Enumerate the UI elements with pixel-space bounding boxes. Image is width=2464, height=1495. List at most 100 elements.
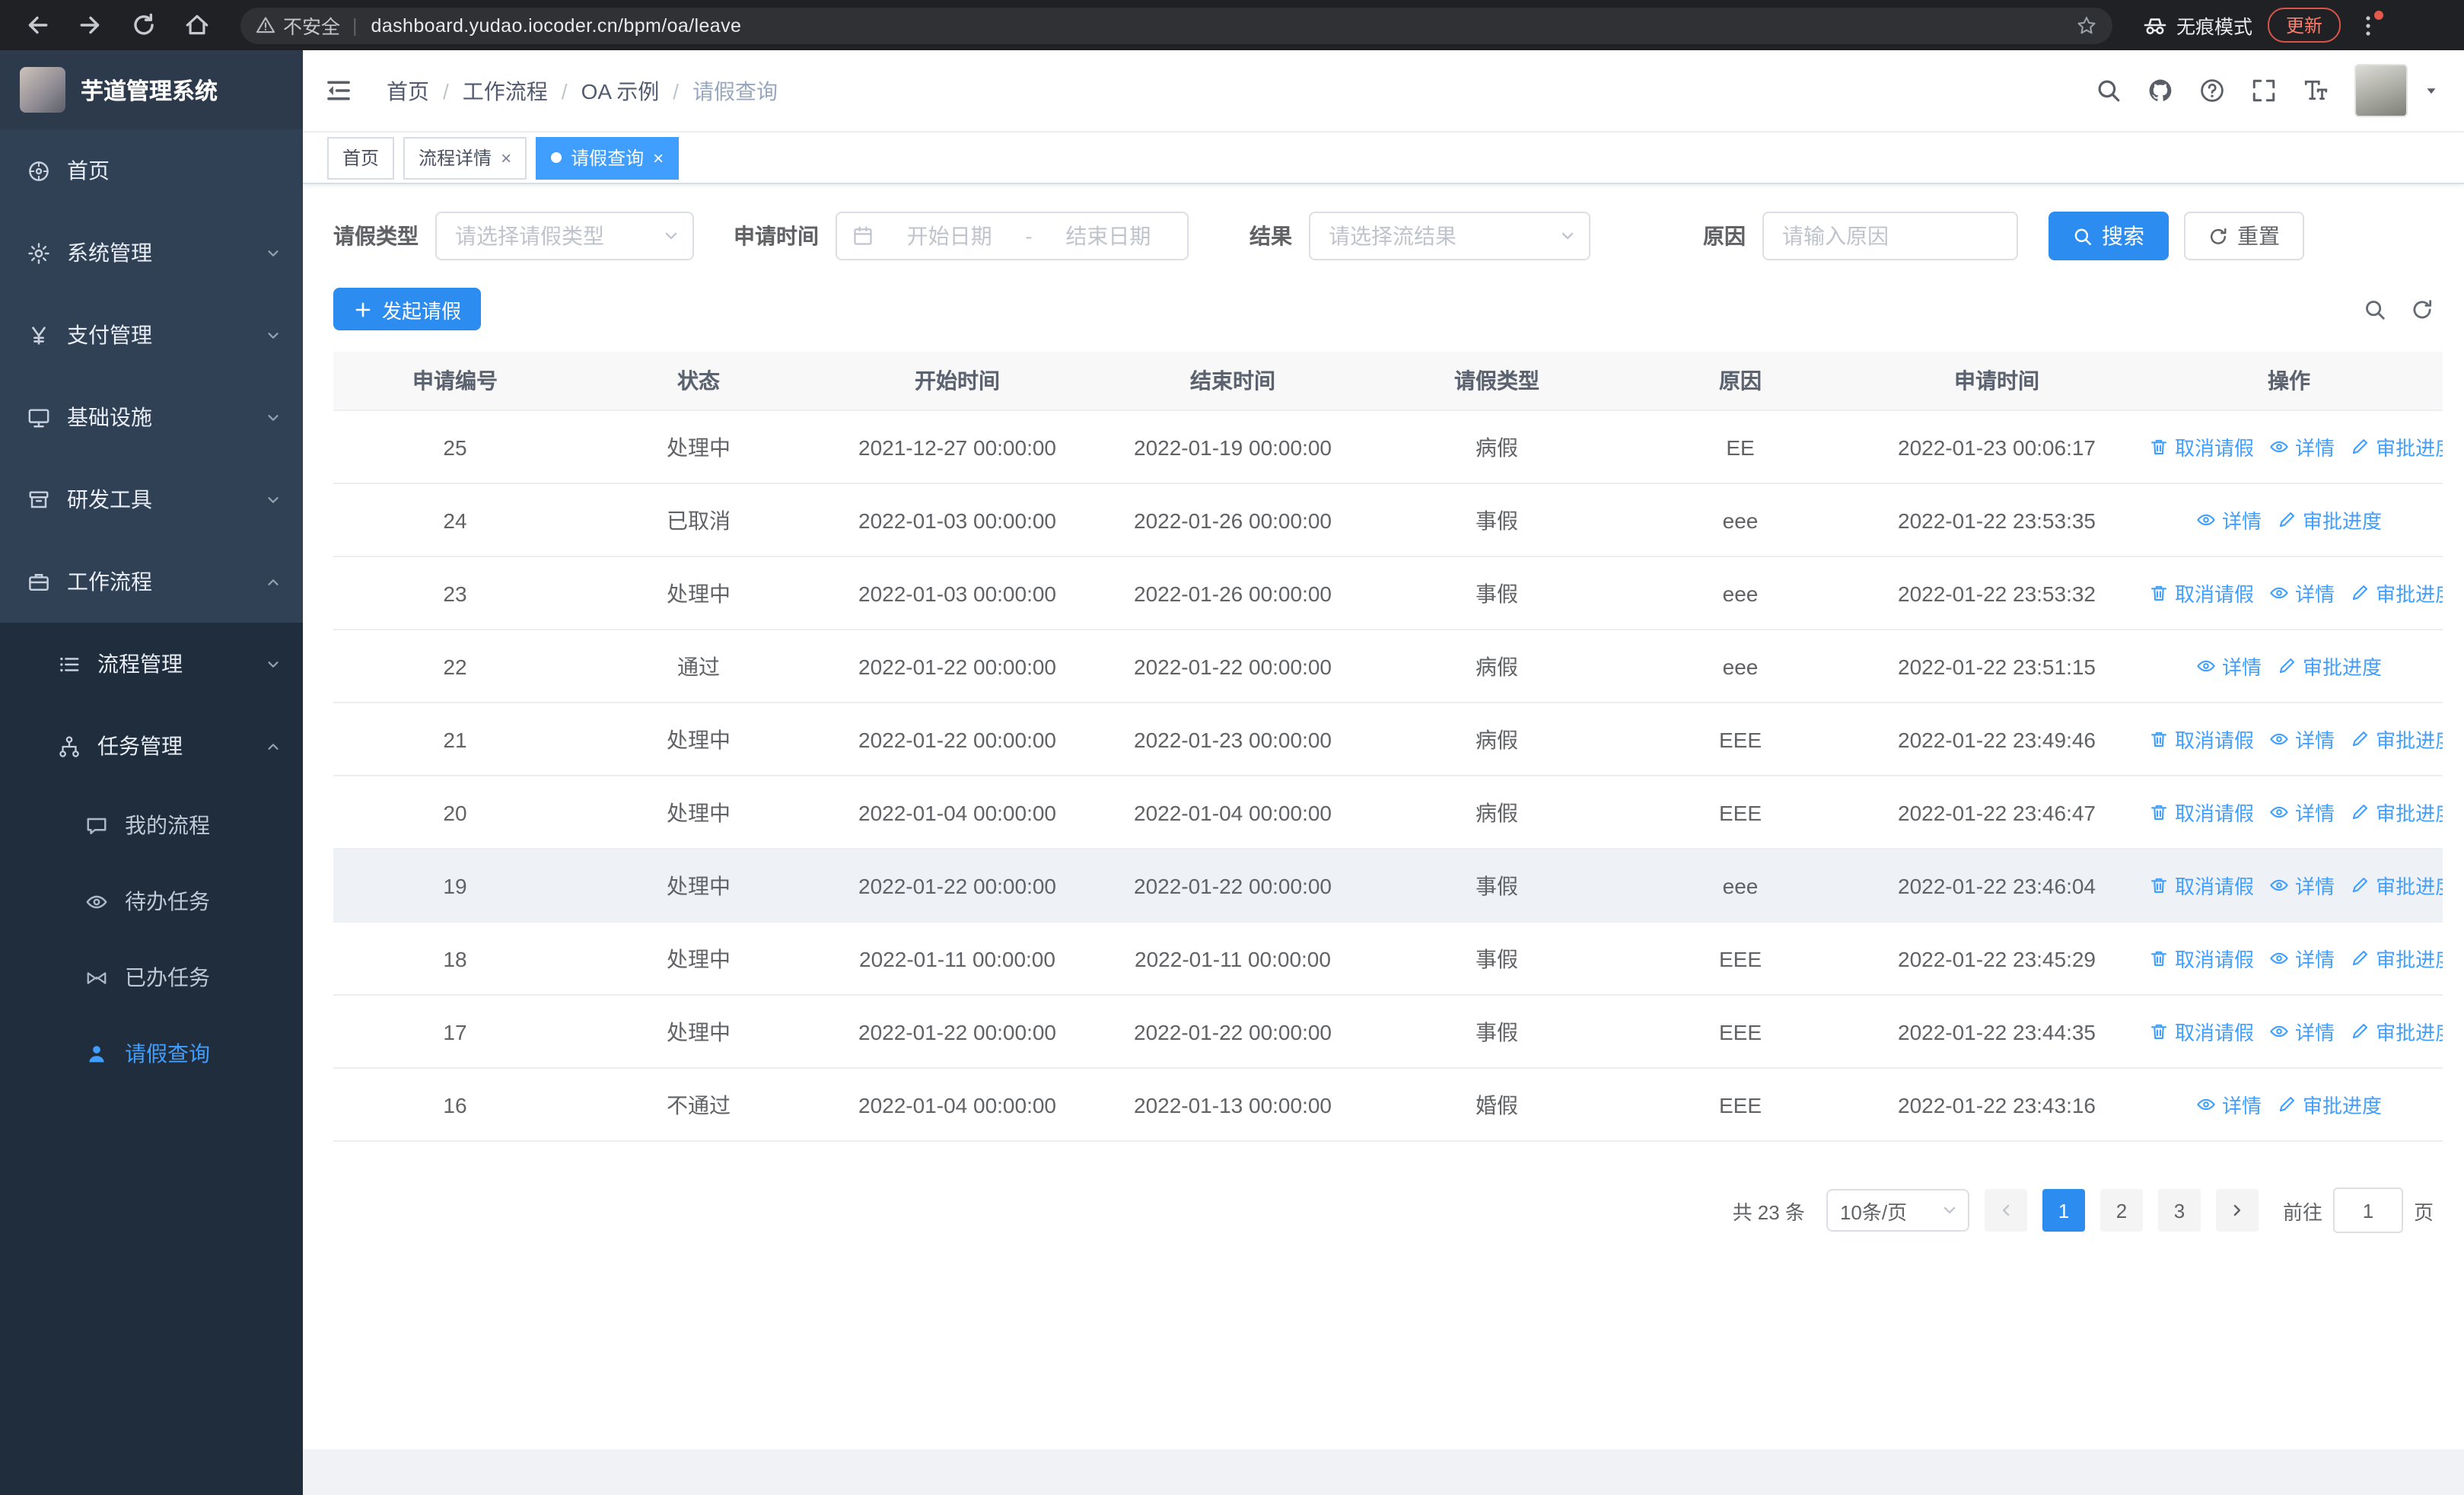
tab-leave-query[interactable]: 请假查询 × [536, 136, 680, 179]
create-leave-button[interactable]: 发起请假 [333, 288, 482, 330]
op-progress-link[interactable]: 审批进度 [2277, 505, 2382, 534]
toggle-search-icon[interactable] [2364, 298, 2386, 320]
help-icon[interactable] [2199, 78, 2225, 104]
refresh-table-icon[interactable] [2411, 298, 2434, 320]
sidebar-item-leave-query[interactable]: 请假查询 [0, 1015, 303, 1092]
sidebar: 芋道管理系统 首页 系统管理 支付管理 基础设施 研发工具 工作流程 流程管理 … [0, 50, 303, 1495]
next-page-button[interactable] [2215, 1189, 2259, 1232]
sidebar-item-done-tasks[interactable]: 已办任务 [0, 939, 303, 1015]
close-icon[interactable]: × [501, 148, 511, 167]
op-detail-link[interactable]: 详情 [2269, 725, 2335, 754]
op-cancel-link[interactable]: 取消请假 [2149, 871, 2254, 900]
op-detail-link[interactable]: 详情 [2269, 579, 2335, 607]
fullscreen-icon[interactable] [2251, 78, 2277, 104]
leave-type-select[interactable]: 请选择请假类型 [435, 212, 694, 260]
github-icon[interactable] [2147, 78, 2173, 104]
reason-input[interactable] [1764, 224, 2017, 248]
result-select[interactable]: 请选择流结果 [1309, 212, 1590, 260]
search-icon[interactable] [2096, 78, 2122, 104]
sidebar-item-my-process[interactable]: 我的流程 [0, 787, 303, 863]
op-progress-link[interactable]: 审批进度 [2350, 725, 2443, 754]
edit-icon [2277, 656, 2297, 676]
sidebar-item-workflow[interactable]: 工作流程 [0, 540, 303, 623]
breadcrumb-item[interactable]: OA 示例 [581, 75, 660, 106]
sidebar-item-payment-mgmt[interactable]: 支付管理 [0, 294, 303, 376]
reload-icon[interactable] [131, 12, 157, 38]
sidebar-item-home[interactable]: 首页 [0, 129, 303, 212]
edit-icon [2277, 1095, 2297, 1114]
op-detail-link[interactable]: 详情 [2269, 871, 2335, 900]
chevron-down-icon [265, 409, 282, 426]
col-header-id: 申请编号 [333, 352, 577, 411]
op-progress-link[interactable]: 审批进度 [2350, 579, 2443, 607]
sidebar-item-infrastructure[interactable]: 基础设施 [0, 376, 303, 458]
op-detail-link[interactable]: 详情 [2196, 652, 2262, 681]
op-progress-link[interactable]: 审批进度 [2350, 798, 2443, 827]
page-size-select[interactable]: 10条/页 [1826, 1189, 1969, 1232]
tab-process-detail[interactable]: 流程详情 × [403, 136, 527, 179]
op-cancel-link[interactable]: 取消请假 [2149, 725, 2254, 754]
top-navbar: 首页 / 工作流程 / OA 示例 / 请假查询 [303, 50, 2464, 132]
breadcrumb-item[interactable]: 工作流程 [463, 75, 548, 106]
op-progress-link[interactable]: 审批进度 [2277, 1090, 2382, 1119]
bookmark-star-icon[interactable] [2076, 14, 2097, 36]
tab-home[interactable]: 首页 [327, 136, 395, 179]
security-warning[interactable]: 不安全 [283, 11, 340, 40]
sidebar-item-system-mgmt[interactable]: 系统管理 [0, 212, 303, 294]
back-icon[interactable] [24, 12, 50, 38]
reason-label: 原因 [1703, 224, 1746, 248]
user-avatar[interactable] [2354, 64, 2408, 117]
op-detail-link[interactable]: 详情 [2269, 1017, 2335, 1046]
op-cancel-link[interactable]: 取消请假 [2149, 579, 2254, 607]
prev-page-button[interactable] [1984, 1189, 2027, 1232]
reset-button[interactable]: 重置 [2184, 212, 2304, 260]
breadcrumb-item[interactable]: 首页 [387, 75, 429, 106]
browser-menu-button[interactable] [2356, 10, 2384, 37]
op-detail-link[interactable]: 详情 [2269, 432, 2335, 461]
op-progress-link[interactable]: 审批进度 [2277, 652, 2382, 681]
close-icon[interactable]: × [653, 148, 664, 167]
edit-icon [2350, 437, 2370, 457]
op-cancel-link[interactable]: 取消请假 [2149, 944, 2254, 973]
cell-status: 处理中 [577, 556, 820, 630]
sidebar-item-dev-tools[interactable]: 研发工具 [0, 458, 303, 540]
start-date-placeholder: 开始日期 [906, 224, 992, 248]
op-detail-link[interactable]: 详情 [2269, 798, 2335, 827]
home-icon[interactable] [184, 12, 210, 38]
warning-icon [256, 15, 275, 35]
sidebar-item-label: 流程管理 [97, 652, 183, 676]
op-progress-link[interactable]: 审批进度 [2350, 1017, 2443, 1046]
trash-icon [2149, 802, 2169, 822]
op-progress-link[interactable]: 审批进度 [2350, 432, 2443, 461]
address-bar[interactable]: 不安全 | dashboard.yudao.iocoder.cn/bpm/oa/… [240, 7, 2112, 43]
op-cancel-link[interactable]: 取消请假 [2149, 1017, 2254, 1046]
op-detail-link[interactable]: 详情 [2269, 944, 2335, 973]
op-progress-link[interactable]: 审批进度 [2350, 871, 2443, 900]
update-button[interactable]: 更新 [2268, 8, 2341, 43]
sidebar-item-todo-tasks[interactable]: 待办任务 [0, 863, 303, 939]
cell-start-time: 2021-12-27 00:00:00 [820, 410, 1094, 484]
avatar-caret-icon[interactable] [2423, 82, 2440, 99]
forward-icon[interactable] [78, 12, 103, 38]
app-logo[interactable]: 芋道管理系统 [0, 50, 303, 129]
op-cancel-link[interactable]: 取消请假 [2149, 432, 2254, 461]
sidebar-collapse-icon[interactable] [324, 76, 353, 105]
apply-time-range-picker[interactable]: 开始日期 - 结束日期 [836, 212, 1189, 260]
cell-id: 20 [333, 776, 577, 850]
sidebar-item-task-mgmt[interactable]: 任务管理 [0, 705, 303, 787]
cell-ops: 详情 审批进度 [2135, 483, 2443, 557]
page-button-2[interactable]: 2 [2099, 1189, 2143, 1232]
goto-page-input[interactable] [2332, 1187, 2403, 1233]
sidebar-item-process-mgmt[interactable]: 流程管理 [0, 623, 303, 705]
op-cancel-link[interactable]: 取消请假 [2149, 798, 2254, 827]
result-label: 结果 [1250, 224, 1292, 248]
op-progress-link[interactable]: 审批进度 [2350, 944, 2443, 973]
op-detail-link[interactable]: 详情 [2196, 505, 2262, 534]
op-detail-link[interactable]: 详情 [2196, 1090, 2262, 1119]
page-button-3[interactable]: 3 [2157, 1189, 2201, 1232]
cell-status: 已取消 [577, 483, 820, 557]
search-button[interactable]: 搜索 [2049, 212, 2169, 260]
chevron-down-icon [662, 227, 680, 245]
page-button-1[interactable]: 1 [2042, 1189, 2085, 1232]
font-size-icon[interactable] [2303, 78, 2329, 104]
